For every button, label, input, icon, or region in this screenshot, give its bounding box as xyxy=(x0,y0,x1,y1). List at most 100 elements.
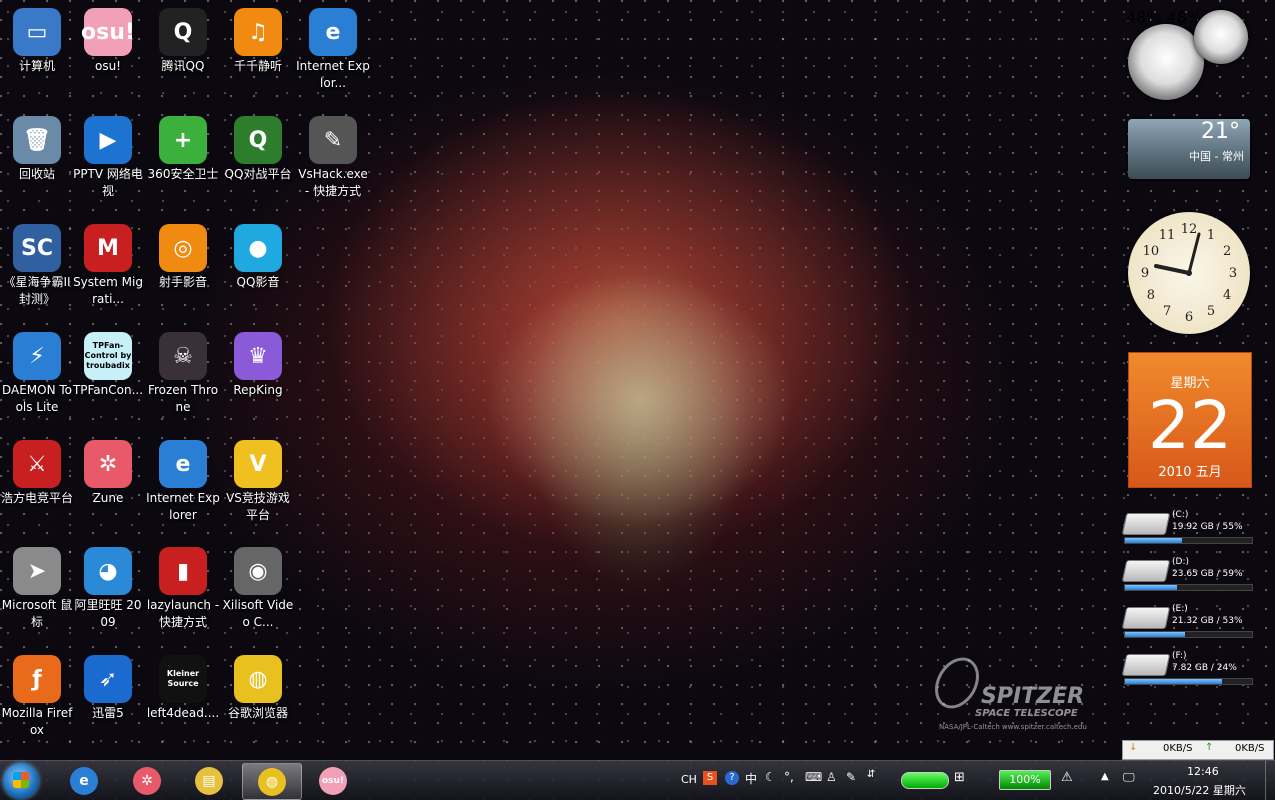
calendar-day: 22 xyxy=(1148,387,1232,464)
desktop-icon[interactable]: ♛ RepKing xyxy=(221,326,295,399)
desktop-icon[interactable]: 🗑 回收站 xyxy=(0,110,74,183)
upload-arrow-icon: ↑ xyxy=(1205,742,1214,753)
desktop-icon-label: left4dead.... xyxy=(146,706,220,720)
desktop-icon[interactable]: ◉ Xilisoft Video C... xyxy=(221,541,295,631)
desktop-icon[interactable]: e Internet Explorer xyxy=(146,434,220,524)
app-icon: ● xyxy=(234,224,282,272)
ime-mode-icon[interactable]: 中 xyxy=(745,770,757,787)
show-hidden-icons-chevron-icon[interactable]: ▲ xyxy=(1101,771,1109,782)
sogou-ime-icon[interactable]: S xyxy=(703,771,717,785)
desktop-icon[interactable]: SC 《星海争霸II 封测》 xyxy=(0,218,74,308)
taskbar-button-ie[interactable]: e xyxy=(55,763,113,798)
clock-gadget[interactable]: 12 1 2 3 4 5 6 7 8 9 10 11 xyxy=(1128,212,1250,334)
desktop-icon-label: TPFanCon... xyxy=(72,383,144,397)
taskbar-button-chrome[interactable]: ◍ xyxy=(242,763,302,800)
desktop-icon[interactable]: V VS竞技游戏平台 xyxy=(221,434,295,524)
desktop-icon[interactable]: ➶ 迅雷5 xyxy=(71,649,145,722)
keyboard-icon[interactable]: ⌨ xyxy=(805,770,822,784)
start-button[interactable] xyxy=(3,763,39,799)
language-indicator[interactable]: CH xyxy=(681,773,697,786)
desktop-icon[interactable]: Q QQ对战平台 xyxy=(221,110,295,183)
app-icon: ➶ xyxy=(84,655,132,703)
app-icon: V xyxy=(234,440,282,488)
desktop-icon[interactable]: ♫ 千千静听 xyxy=(221,2,295,75)
desktop-icon[interactable]: ● QQ影音 xyxy=(221,218,295,291)
app-icon: ◍ xyxy=(234,655,282,703)
desktop-icon-label: Frozen Throne xyxy=(147,383,219,414)
drive-usage-bar xyxy=(1124,631,1253,638)
watermark-credit: NASA/JPL-Caltech www.spitzer.caltech.edu xyxy=(939,723,1087,731)
desktop-icon-label: 回收站 xyxy=(18,167,55,181)
clock-face: 12 12 3 45678 9 1011 xyxy=(1141,222,1237,325)
desktop-icon[interactable]: +360安全卫士 xyxy=(146,110,220,183)
desktop-icon-label: Xilisoft Video C... xyxy=(222,598,294,629)
desktop-icon[interactable]: ✎ VsHack.exe - 快捷方式 xyxy=(296,110,370,200)
drive-usage: 7.82 GB / 24% xyxy=(1172,663,1237,673)
user-icon[interactable]: ♙ xyxy=(826,770,837,784)
drive-row[interactable]: (D:) 23.65 GB / 59% xyxy=(1121,556,1253,596)
network-topology-icon[interactable]: ⊞ xyxy=(954,770,965,785)
desktop-icon-label: 阿里旺旺 2009 xyxy=(74,598,142,629)
battery-percent: 100% xyxy=(1009,773,1041,786)
clock-time[interactable]: 12:46 xyxy=(1187,765,1219,778)
warning-icon[interactable]: ⚠ xyxy=(1061,770,1073,785)
desktop-icon[interactable]: ƒ Mozilla Firefox xyxy=(0,649,74,739)
app-icon: ▶ xyxy=(84,116,132,164)
tray-overflow-icon[interactable]: ⇵ xyxy=(867,769,875,780)
desktop-icon-label: DAEMON Tools Lite xyxy=(1,383,73,414)
taskbar-button-osu[interactable]: osu! xyxy=(304,763,362,798)
desktop-icon[interactable]: ▭ 计算机 xyxy=(0,2,74,75)
drive-row[interactable]: (E:) 21.32 GB / 53% xyxy=(1121,603,1253,643)
desktop-icon-label: 360安全卫士 xyxy=(147,167,219,181)
desktop-icon[interactable]: ⚡ DAEMON Tools Lite xyxy=(0,326,74,416)
desktop-icon[interactable]: Q 腾讯QQ xyxy=(146,2,220,75)
desktop-icon[interactable]: ▶ PPTV 网络电视 xyxy=(71,110,145,200)
desktop-icon[interactable]: ✲ Zune xyxy=(71,434,145,507)
desktop-icon[interactable]: ☠ Frozen Throne xyxy=(146,326,220,416)
punctuation-icon[interactable]: °, xyxy=(784,770,794,784)
green-status-pill[interactable] xyxy=(901,772,949,789)
zune-icon: ✲ xyxy=(133,766,161,795)
desktop-icon[interactable]: ▮ lazylaunch - 快捷方式 xyxy=(146,541,220,631)
drive-row[interactable]: (C:) 19.92 GB / 55% xyxy=(1121,509,1253,549)
calendar-gadget[interactable]: 星期六 22 2010 五月 xyxy=(1128,352,1252,488)
clock-center xyxy=(1186,270,1192,276)
download-speed: 0KB/S xyxy=(1163,743,1193,754)
weather-gadget[interactable]: 21° 中国 - 常州 xyxy=(1128,119,1250,179)
app-icon: ◎ xyxy=(159,224,207,272)
desktop-icon[interactable]: osu! osu! xyxy=(71,2,145,75)
battery-meter[interactable]: 100% xyxy=(999,770,1051,790)
hard-drive-icon xyxy=(1121,607,1171,629)
help-icon[interactable]: ? xyxy=(725,771,739,785)
desktop-icon[interactable]: ◕ 阿里旺旺 2009 xyxy=(71,541,145,631)
app-icon: ⚡ xyxy=(13,332,61,380)
desktop-icon[interactable]: TPFan-Control by troubadix TPFanCon... xyxy=(71,326,145,399)
desktop-icon[interactable]: ⚔ 浩方电竞平台 xyxy=(0,434,74,507)
drive-row[interactable]: (F:) 7.82 GB / 24% xyxy=(1121,650,1253,690)
desktop-icon[interactable]: M System Migrati... xyxy=(71,218,145,308)
show-desktop-button[interactable] xyxy=(1265,761,1275,800)
desktop-icon[interactable]: e Internet Explor... xyxy=(296,2,370,92)
osu-icon: osu! xyxy=(319,766,347,795)
hard-drive-icon xyxy=(1121,560,1171,582)
desktop-icon[interactable]: ◎ 射手影音 xyxy=(146,218,220,291)
taskbar-button-explorer[interactable]: ▤ xyxy=(180,763,238,798)
cpu-meter-gadget[interactable]: 48% 48% xyxy=(1126,8,1250,100)
network-meter-gadget[interactable]: ↓ 0KB/S ↑ 0KB/S xyxy=(1122,740,1274,760)
desktop-icon[interactable]: Kleiner Source left4dead.... xyxy=(146,649,220,722)
clock-date[interactable]: 2010/5/22 星期六 xyxy=(1153,782,1246,798)
moon-icon[interactable]: ☾ xyxy=(765,770,776,784)
desktop-icon[interactable]: ➤ Microsoft 鼠标 xyxy=(0,541,74,631)
desktop-icon[interactable]: ◍ 谷歌浏览器 xyxy=(221,649,295,722)
desktop-icon-label: 千千静听 xyxy=(233,59,282,73)
cpu-gauge xyxy=(1128,24,1204,100)
app-icon: + xyxy=(159,116,207,164)
network-icon[interactable]: 🖵 xyxy=(1123,770,1135,785)
desktop-icon-label: Internet Explorer xyxy=(146,491,220,522)
desktop-icon-label: osu! xyxy=(94,59,121,73)
desktop-icon-label: QQ影音 xyxy=(236,275,280,289)
weather-temp: 21° xyxy=(1201,119,1240,144)
taskbar-button-zune[interactable]: ✲ xyxy=(118,763,176,798)
wrench-icon[interactable]: ✎ xyxy=(846,770,856,784)
desktop-icon-label: Microsoft 鼠标 xyxy=(1,598,73,629)
